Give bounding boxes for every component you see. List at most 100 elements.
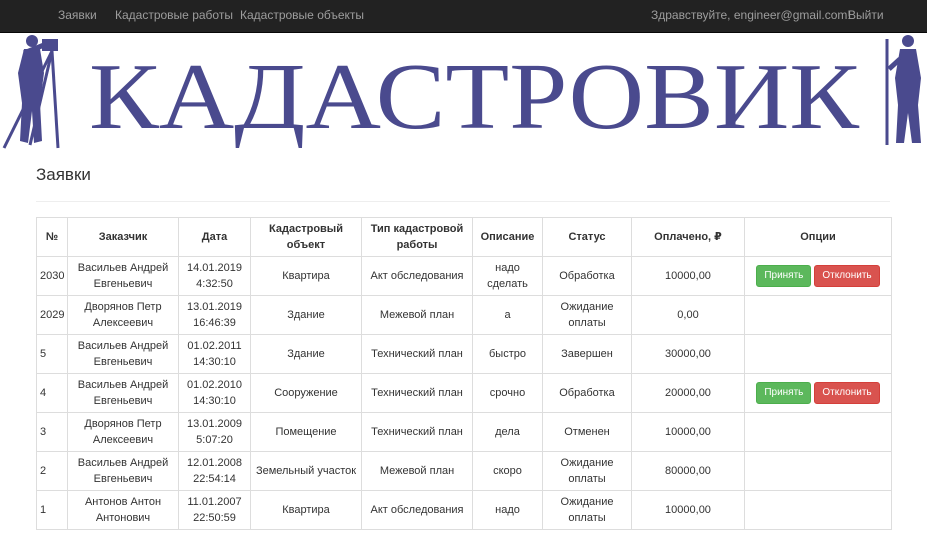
cell-status: Ожидание оплаты — [542, 451, 632, 491]
cell-status: Обработка — [542, 256, 632, 296]
cell-description: надо сделать — [472, 256, 543, 296]
cell-status: Отменен — [542, 412, 632, 452]
header-cadastral-object[interactable]: Кадастровый объект — [250, 217, 362, 257]
cell-cadastral-object: Помещение — [250, 412, 362, 452]
date-line: 14:30:10 — [193, 356, 236, 368]
cell-date: 01.02.2011 14:30:10 — [178, 334, 251, 374]
client-name-line: Алексеевич — [92, 317, 154, 329]
header-client[interactable]: Заказчик — [67, 217, 179, 257]
user-greeting-link[interactable]: Здравствуйте, engineer@gmail.com! — [651, 0, 851, 33]
client-name-line: Евгеньевич — [93, 395, 153, 407]
cell-number: 4 — [36, 373, 68, 413]
header-date[interactable]: Дата — [178, 217, 251, 257]
cell-description: надо — [472, 490, 543, 530]
header-options: Опции — [744, 217, 892, 257]
cell-options: Принять Отклонить — [744, 256, 892, 296]
date-line: 01.02.2010 — [186, 379, 243, 391]
header-description[interactable]: Описание — [472, 217, 543, 257]
cell-paid: 10000,00 — [631, 256, 745, 296]
cell-work-type: Технический план — [361, 412, 473, 452]
accept-button[interactable]: Принять — [756, 382, 812, 404]
header-number[interactable]: № — [36, 217, 68, 257]
cell-cadastral-object: Здание — [250, 334, 362, 374]
cell-cadastral-object: Здание — [250, 295, 362, 335]
cell-status: Обработка — [542, 373, 632, 413]
status-line: Ожидание — [560, 496, 614, 508]
cell-date: 14.01.2019 4:32:50 — [178, 256, 251, 296]
date-line: 14:30:10 — [193, 395, 236, 407]
cell-client: Антонов Антон Антонович — [67, 490, 179, 530]
table-row: 1 Антонов Антон Антонович 11.01.2007 22:50:5… — [36, 490, 892, 530]
cell-date: 13.01.2009 5:07:20 — [178, 412, 251, 452]
cell-date: 01.02.2010 14:30:10 — [178, 373, 251, 413]
client-name-line: Васильев Андрей — [77, 379, 169, 391]
cell-client: Дворянов Петр Алексеевич — [67, 295, 179, 335]
cell-paid: 10000,00 — [631, 490, 745, 530]
cell-date: 11.01.2007 22:50:59 — [178, 490, 251, 530]
nav-link-requests[interactable]: Заявки — [58, 0, 97, 33]
header-work-type[interactable]: Тип кадастровой работы — [361, 217, 473, 257]
date-line: 11.01.2007 — [187, 496, 242, 508]
client-name-line: Евгеньевич — [93, 278, 153, 290]
table-header-row: № Заказчик Дата Кадастровый объект Тип к… — [36, 217, 892, 257]
cell-description: быстро — [472, 334, 543, 374]
cell-paid: 20000,00 — [631, 373, 745, 413]
cell-number: 2029 — [36, 295, 68, 335]
title-divider — [36, 201, 890, 202]
cell-paid: 10000,00 — [631, 412, 745, 452]
table-body: 2030 Васильев Андрей Евгеньевич 14.01.2019 4… — [36, 256, 892, 530]
cell-work-type: Акт обследования — [361, 490, 473, 530]
status-line: оплаты — [568, 512, 606, 524]
nav-link-cadastral-works[interactable]: Кадастровые работы — [115, 0, 233, 33]
cell-status: Ожидание оплаты — [542, 295, 632, 335]
page-title: Заявки — [36, 165, 91, 184]
client-name-line: Евгеньевич — [93, 473, 153, 485]
accept-button[interactable]: Принять — [756, 265, 812, 287]
site-banner: КАДАСТРОВИК — [0, 33, 927, 150]
top-navbar: Заявки Кадастровые работы Кадастровые об… — [0, 0, 927, 33]
status-line: оплаты — [568, 473, 606, 485]
date-line: 14.01.2019 — [186, 262, 243, 274]
reject-button[interactable]: Отклонить — [814, 265, 880, 287]
date-line: 12.01.2008 — [186, 457, 243, 469]
cell-paid: 0,00 — [631, 295, 745, 335]
logout-link[interactable]: Выйти — [848, 0, 884, 33]
cell-client: Васильев Андрей Евгеньевич — [67, 451, 179, 491]
cell-options — [744, 295, 892, 335]
date-line: 22:54:14 — [193, 473, 236, 485]
date-line: 13.01.2009 — [186, 418, 243, 430]
cell-date: 12.01.2008 22:54:14 — [178, 451, 251, 491]
banner-graphic: КАДАСТРОВИК — [2, 35, 921, 149]
cell-number: 1 — [36, 490, 68, 530]
date-line: 22:50:59 — [193, 512, 236, 524]
cell-cadastral-object: Квартира — [250, 256, 362, 296]
cell-paid: 30000,00 — [631, 334, 745, 374]
header-paid[interactable]: Оплачено, ₽ — [631, 217, 745, 257]
client-name-line: Васильев Андрей — [77, 262, 169, 274]
nav-link-cadastral-objects[interactable]: Кадастровые объекты — [240, 0, 364, 33]
cell-cadastral-object: Земельный участок — [250, 451, 362, 491]
reject-button[interactable]: Отклонить — [814, 382, 880, 404]
surveyor-right-icon — [885, 35, 921, 145]
client-name-line: Дворянов Петр — [84, 301, 162, 313]
status-line: Завершен — [561, 348, 613, 360]
cell-options — [744, 412, 892, 452]
cell-work-type: Технический план — [361, 373, 473, 413]
cell-description: скоро — [472, 451, 543, 491]
status-line: Ожидание — [560, 457, 614, 469]
cell-cadastral-object: Квартира — [250, 490, 362, 530]
status-line: оплаты — [568, 317, 606, 329]
client-name-line: Антонов Антон — [84, 496, 162, 508]
cell-paid: 80000,00 — [631, 451, 745, 491]
header-status[interactable]: Статус — [542, 217, 632, 257]
date-line: 4:32:50 — [196, 278, 233, 290]
table-row: 3 Дворянов Петр Алексеевич 13.01.2009 5:07:2… — [36, 412, 892, 452]
cell-client: Васильев Андрей Евгеньевич — [67, 373, 179, 413]
table-row: 2029 Дворянов Петр Алексеевич 13.01.2019 16:… — [36, 295, 892, 335]
date-line: 5:07:20 — [196, 434, 233, 446]
cell-options: Принять Отклонить — [744, 373, 892, 413]
client-name-line: Антонович — [95, 512, 151, 524]
cell-work-type: Межевой план — [361, 295, 473, 335]
date-line: 13.01.2019 — [186, 301, 243, 313]
cell-work-type: Акт обследования — [361, 256, 473, 296]
